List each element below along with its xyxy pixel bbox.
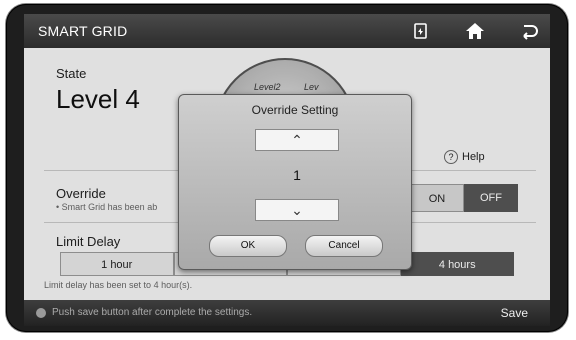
chevron-up-icon: ⌃	[291, 132, 303, 148]
smartgrid-icon[interactable]	[410, 20, 432, 42]
override-setting-dialog: Override Setting ⌃ 1 ⌄ OK Cancel	[178, 94, 412, 270]
info-icon	[36, 308, 46, 318]
back-icon[interactable]	[518, 20, 540, 42]
ok-button[interactable]: OK	[209, 235, 287, 257]
screen: SMART GRID State Level 4 Level2 Lev ? Hel…	[24, 14, 550, 326]
value-picker: ⌃ 1 ⌄	[255, 129, 339, 221]
chevron-down-icon: ⌄	[291, 202, 303, 218]
device-frame: SMART GRID State Level 4 Level2 Lev ? Hel…	[6, 4, 568, 332]
save-hint: Push save button after complete the sett…	[52, 307, 253, 318]
save-button[interactable]: Save	[501, 306, 528, 320]
home-icon[interactable]	[464, 20, 486, 42]
cancel-button[interactable]: Cancel	[305, 235, 383, 257]
app-title: SMART GRID	[38, 23, 128, 39]
increment-button[interactable]: ⌃	[255, 129, 339, 151]
picker-value: 1	[293, 167, 301, 183]
dialog-title: Override Setting	[251, 103, 339, 117]
top-bar: SMART GRID	[24, 14, 550, 48]
bottom-bar: Push save button after complete the sett…	[24, 300, 550, 326]
decrement-button[interactable]: ⌄	[255, 199, 339, 221]
